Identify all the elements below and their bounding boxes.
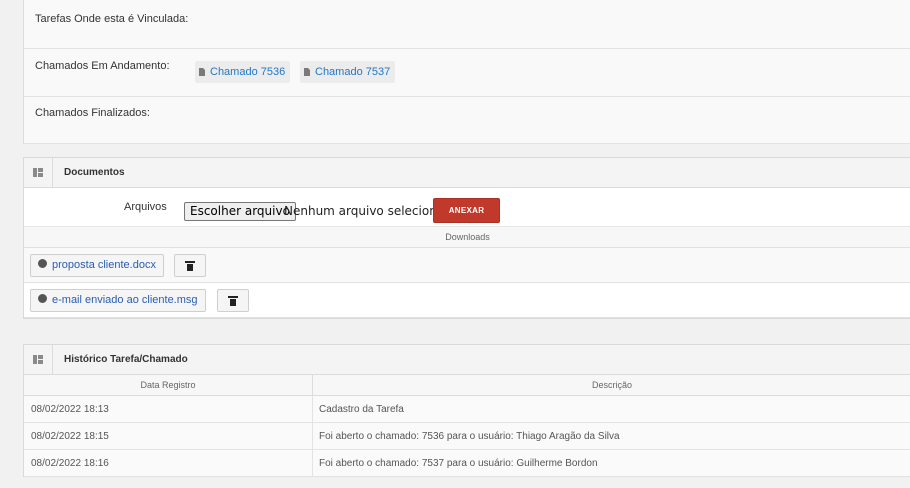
col-descricao[interactable]: Descrição bbox=[313, 380, 910, 390]
chamados-andamento-row: Chamados Em Andamento: Chamado 7536 Cham… bbox=[24, 48, 910, 97]
file-icon bbox=[304, 68, 310, 76]
chamados-finalizados-label: Chamados Finalizados: bbox=[35, 107, 150, 119]
row-description: Foi aberto o chamado: 7536 para o usuári… bbox=[319, 431, 620, 442]
historico-table-header: Data Registro Descrição bbox=[24, 375, 910, 396]
tarefas-vinculadas-row: Tarefas Onde esta é Vinculada: bbox=[24, 0, 910, 49]
choose-file-button[interactable]: Escolher arquivo bbox=[184, 202, 296, 221]
download-file-button[interactable]: e-mail enviado ao cliente.msg bbox=[30, 289, 206, 312]
row-date: 08/02/2022 18:13 bbox=[31, 404, 109, 415]
table-row: 08/02/2022 18:16 Foi aberto o chamado: 7… bbox=[24, 450, 910, 477]
chamado-chip-label: Chamado 7537 bbox=[315, 66, 391, 78]
historico-header: Histórico Tarefa/Chamado bbox=[24, 345, 910, 375]
historico-title: Histórico Tarefa/Chamado bbox=[64, 354, 188, 365]
panel-toggle[interactable] bbox=[24, 345, 53, 374]
file-name: proposta cliente.docx bbox=[52, 259, 156, 271]
task-info-panel: Tarefas Onde esta é Vinculada: Chamados … bbox=[23, 0, 910, 144]
chamado-chip-7536[interactable]: Chamado 7536 bbox=[195, 61, 291, 83]
panel-toggle[interactable] bbox=[24, 158, 53, 187]
download-file-button[interactable]: proposta cliente.docx bbox=[30, 254, 164, 277]
grid-icon bbox=[33, 355, 43, 364]
table-row: 08/02/2022 18:15 Foi aberto o chamado: 7… bbox=[24, 423, 910, 450]
documentos-title: Documentos bbox=[64, 167, 125, 178]
download-icon bbox=[38, 294, 47, 303]
table-row: 08/02/2022 18:13 Cadastro da Tarefa bbox=[24, 396, 910, 423]
chamados-andamento-label: Chamados Em Andamento: bbox=[35, 60, 170, 72]
row-date: 08/02/2022 18:16 bbox=[31, 458, 109, 469]
file-name: e-mail enviado ao cliente.msg bbox=[52, 294, 198, 306]
chamado-chip-label: Chamado 7536 bbox=[210, 66, 286, 78]
trash-icon bbox=[185, 261, 195, 271]
file-icon bbox=[199, 68, 205, 76]
arquivos-label: Arquivos bbox=[124, 201, 167, 213]
chamados-finalizados-row: Chamados Finalizados: bbox=[24, 96, 910, 144]
grid-icon bbox=[33, 168, 43, 177]
row-description: Cadastro da Tarefa bbox=[319, 404, 404, 415]
downloads-header: Downloads bbox=[24, 226, 910, 248]
tarefas-vinculadas-label: Tarefas Onde esta é Vinculada: bbox=[35, 13, 189, 25]
chamado-chip-7537[interactable]: Chamado 7537 bbox=[300, 61, 396, 83]
row-date: 08/02/2022 18:15 bbox=[31, 431, 109, 442]
documentos-panel: Documentos Arquivos Escolher arquivo Nen… bbox=[23, 157, 910, 319]
delete-file-button[interactable] bbox=[174, 254, 206, 277]
documentos-header: Documentos bbox=[24, 158, 910, 188]
col-data-registro[interactable]: Data Registro bbox=[24, 380, 312, 390]
row-description: Foi aberto o chamado: 7537 para o usuári… bbox=[319, 458, 598, 469]
historico-panel: Histórico Tarefa/Chamado Data Registro D… bbox=[23, 344, 910, 477]
trash-icon bbox=[228, 296, 238, 306]
download-row: e-mail enviado ao cliente.msg bbox=[24, 283, 910, 318]
delete-file-button[interactable] bbox=[217, 289, 249, 312]
download-row: proposta cliente.docx bbox=[24, 248, 910, 283]
download-icon bbox=[38, 259, 47, 268]
anexar-button[interactable]: ANEXAR bbox=[433, 198, 500, 223]
